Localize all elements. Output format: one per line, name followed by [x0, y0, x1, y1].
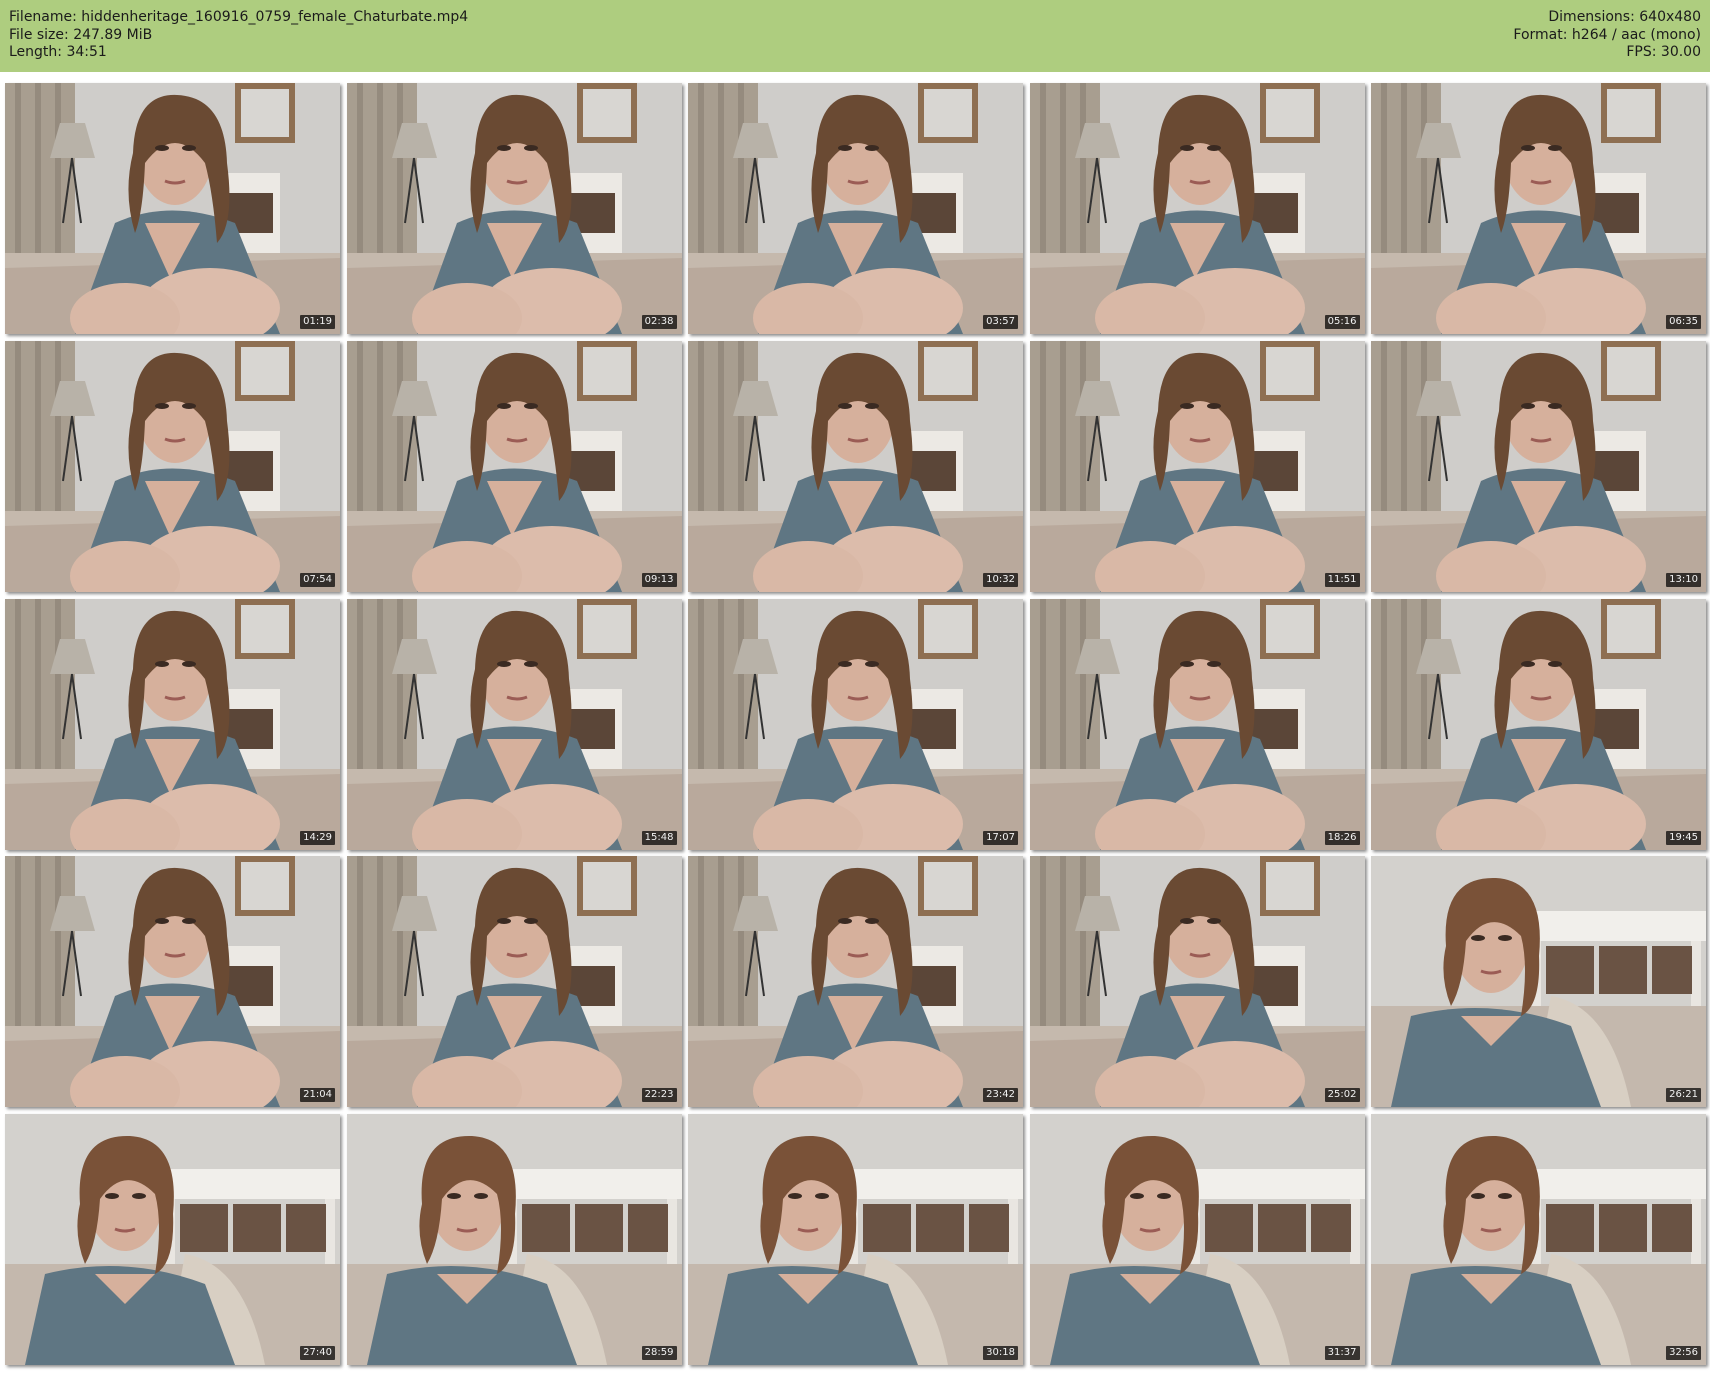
thumbnail-frame-image: [346, 1114, 682, 1366]
thumbnail-frame-image: [346, 856, 682, 1108]
video-thumbnail: 19:45: [1371, 598, 1706, 850]
format-text: Format: h264 / aac (mono): [1513, 26, 1701, 43]
thumbnail-frame-image: [5, 1114, 340, 1366]
timestamp-label: 28:59: [641, 1346, 677, 1361]
thumbnail-frame-image: [688, 1114, 1023, 1366]
thumbnail-frame-image: [1371, 1114, 1706, 1366]
timestamp-label: 09:13: [641, 572, 677, 587]
thumbnail-frame-image: [5, 340, 340, 592]
timestamp-label: 19:45: [1666, 830, 1701, 845]
video-thumbnail: 30:18: [688, 1114, 1023, 1366]
thumbnail-frame-image: [1371, 340, 1706, 592]
video-thumbnail: 17:07: [688, 598, 1023, 850]
thumbnail-frame-image: [5, 856, 340, 1108]
video-thumbnail: 21:04: [5, 856, 340, 1108]
timestamp-label: 06:35: [1666, 315, 1701, 329]
video-thumbnail: 26:21: [1371, 856, 1706, 1108]
thumbnail-frame-image: [688, 598, 1023, 850]
video-thumbnail: 14:29: [5, 598, 340, 850]
video-thumbnail: 22:23: [346, 856, 682, 1108]
video-thumbnail: 18:26: [1029, 598, 1365, 850]
thumbnail-frame-image: [1029, 598, 1365, 850]
timestamp-label: 31:37: [1324, 1346, 1360, 1361]
video-thumbnail: 15:48: [346, 598, 682, 850]
video-thumbnail: 05:16: [1029, 83, 1365, 334]
video-thumbnail: 01:19: [5, 83, 340, 334]
video-thumbnail: 32:56: [1371, 1114, 1706, 1366]
timestamp-label: 32:56: [1666, 1346, 1701, 1361]
timestamp-label: 17:07: [983, 830, 1018, 845]
thumbnail-frame-image: [346, 598, 682, 850]
timestamp-label: 10:32: [983, 572, 1018, 587]
video-thumbnail: 31:37: [1029, 1114, 1365, 1366]
info-header: Filename: hiddenheritage_160916_0759_fem…: [0, 0, 1710, 72]
thumbnail-frame-image: [346, 83, 682, 334]
dimensions-text: Dimensions: 640x480: [1548, 9, 1701, 25]
thumbnail-frame-image: [5, 83, 340, 334]
thumbnail-frame-image: [1371, 856, 1706, 1108]
timestamp-label: 03:57: [983, 315, 1018, 329]
thumbnail-frame-image: [346, 340, 682, 592]
timestamp-label: 23:42: [983, 1088, 1018, 1103]
file-info-right: Dimensions: 640x480 Format: h264 / aac (…: [1513, 9, 1701, 62]
fps-text: FPS: 30.00: [1626, 44, 1701, 60]
timestamp-label: 30:18: [983, 1346, 1018, 1361]
thumbnail-frame-image: [688, 340, 1023, 592]
filename-text: Filename: hiddenheritage_160916_0759_fem…: [9, 9, 469, 25]
timestamp-label: 01:19: [300, 315, 335, 329]
video-thumbnail: 06:35: [1371, 83, 1706, 334]
filesize-text: File size: 247.89 MiB: [9, 26, 153, 43]
timestamp-label: 15:48: [641, 830, 677, 845]
thumbnail-grid: 01:19 02:38 03:57 05:16 06:35 07:54 09:1…: [5, 83, 1706, 1366]
video-thumbnail: 13:10: [1371, 340, 1706, 592]
file-info-left: Filename: hiddenheritage_160916_0759_fem…: [9, 9, 468, 62]
video-thumbnail: 27:40: [5, 1114, 340, 1366]
timestamp-label: 05:16: [1324, 315, 1360, 329]
video-thumbnail: 23:42: [688, 856, 1023, 1108]
timestamp-label: 27:40: [300, 1346, 335, 1361]
thumbnail-frame-image: [1029, 856, 1365, 1108]
length-text: Length: 34:51: [9, 44, 107, 60]
video-thumbnail: 07:54: [5, 340, 340, 592]
timestamp-label: 26:21: [1666, 1088, 1701, 1103]
thumbnail-frame-image: [1029, 340, 1365, 592]
thumbnail-frame-image: [1371, 598, 1706, 850]
timestamp-label: 22:23: [641, 1088, 677, 1103]
video-thumbnail: 09:13: [346, 340, 682, 592]
video-thumbnail: 28:59: [346, 1114, 682, 1366]
video-thumbnail: 11:51: [1029, 340, 1365, 592]
timestamp-label: 11:51: [1324, 572, 1360, 587]
thumbnail-frame-image: [1371, 83, 1706, 334]
timestamp-label: 02:38: [641, 315, 677, 329]
thumbnail-frame-image: [688, 856, 1023, 1108]
timestamp-label: 18:26: [1324, 830, 1360, 845]
timestamp-label: 14:29: [300, 830, 335, 845]
video-thumbnail: 10:32: [688, 340, 1023, 592]
timestamp-label: 07:54: [300, 572, 335, 587]
timestamp-label: 13:10: [1666, 572, 1701, 587]
timestamp-label: 21:04: [300, 1088, 335, 1103]
thumbnail-frame-image: [5, 598, 340, 850]
thumbnail-frame-image: [1029, 83, 1365, 334]
thumbnail-frame-image: [688, 83, 1023, 334]
thumbnail-frame-image: [1029, 1114, 1365, 1366]
video-thumbnail: 25:02: [1029, 856, 1365, 1108]
video-thumbnail: 02:38: [346, 83, 682, 334]
video-thumbnail: 03:57: [688, 83, 1023, 334]
timestamp-label: 25:02: [1324, 1088, 1360, 1103]
